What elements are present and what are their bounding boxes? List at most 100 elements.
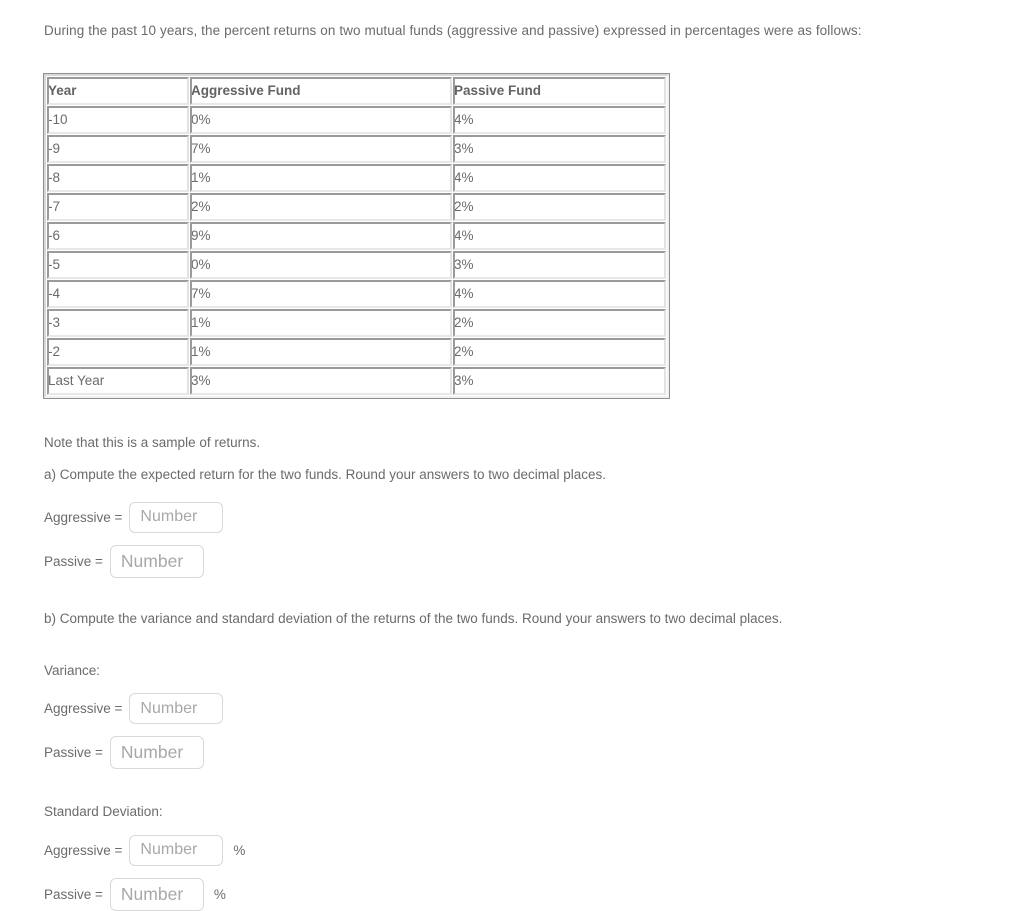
cell-year-value: -2 [48,344,61,359]
cell-aggressive-value: 9% [191,228,211,243]
cell-passive: 3% [453,251,666,279]
cell-passive: 2% [453,309,666,337]
cell-aggressive-value: 1% [191,344,211,359]
question-a-text: a) Compute the expected return for the t… [44,466,607,482]
cell-passive-value: 2% [454,315,474,330]
cell-year-value: -7 [48,199,61,214]
table-row: -5 0% 3% [47,251,666,279]
cell-passive-value: 4% [454,112,474,127]
expected-return-aggressive-label: Aggressive = [44,509,123,525]
cell-passive-value: 2% [454,344,474,359]
cell-year: -6 [47,222,189,250]
cell-aggressive-value: 1% [191,170,211,185]
intro-text: During the past 10 years, the percent re… [44,23,862,38]
cell-passive-value: 4% [454,170,474,185]
variance-aggressive-row: Aggressive = [44,693,1024,724]
cell-aggressive: 9% [190,222,452,250]
cell-passive: 4% [453,164,666,192]
column-header-aggressive-fund: Aggressive Fund [190,77,452,105]
stdev-aggressive-label: Aggressive = [44,842,123,858]
cell-passive: 4% [453,280,666,308]
table-row: Last Year 3% 3% [47,367,666,395]
column-header-year-label: Year [48,83,77,98]
cell-passive-value: 3% [454,373,474,388]
cell-passive: 2% [453,338,666,366]
expected-return-aggressive-row: Aggressive = [44,501,1024,533]
cell-aggressive: 1% [190,309,452,337]
cell-year-value: -4 [48,286,61,301]
table-row: -9 7% 3% [47,135,666,163]
column-header-year: Year [47,77,189,105]
stdev-passive-percent-suffix: % [213,886,226,902]
cell-year-value: -3 [48,315,61,330]
cell-year-value: -9 [48,141,61,156]
cell-year: -10 [47,106,189,134]
cell-aggressive: 2% [190,193,452,221]
table-row: -6 9% 4% [47,222,666,250]
cell-aggressive: 0% [190,106,452,134]
cell-year-value: -10 [48,112,68,127]
question-b-text: b) Compute the variance and standard dev… [44,610,783,626]
cell-aggressive-value: 0% [191,257,211,272]
table-row: -8 1% 4% [47,164,666,192]
cell-aggressive: 1% [190,164,452,192]
worksheet-page: During the past 10 years, the percent re… [0,0,1024,911]
cell-aggressive: 0% [190,251,452,279]
cell-passive: 3% [453,367,666,395]
table-row: -3 1% 2% [47,309,666,337]
cell-passive-value: 4% [454,286,474,301]
cell-year: -2 [47,338,189,366]
variance-passive-row: Passive = [44,736,1024,769]
expected-return-passive-label: Passive = [44,553,103,569]
table-row: -2 1% 2% [47,338,666,366]
column-header-passive-fund: Passive Fund [453,77,666,105]
table-row: -7 2% 2% [47,193,666,221]
table-header-row: Year Aggressive Fund Passive Fund [47,77,666,105]
cell-passive: 4% [453,106,666,134]
variance-aggressive-input[interactable] [129,693,224,724]
expected-return-passive-row: Passive = [44,544,1024,578]
table-row: -10 0% 4% [47,106,666,134]
cell-year-value: -5 [48,257,61,272]
cell-aggressive: 3% [190,367,452,395]
expected-return-aggressive-input[interactable] [129,501,224,533]
variance-passive-input[interactable] [109,736,204,769]
variance-aggressive-label: Aggressive = [44,701,123,716]
cell-year: -9 [47,135,189,163]
cell-year-value: Last Year [48,373,105,388]
cell-passive-value: 2% [454,199,474,214]
column-header-passive-fund-label: Passive Fund [454,83,542,98]
cell-passive: 4% [453,222,666,250]
standard-deviation-section-label: Standard Deviation: [44,804,163,819]
cell-aggressive: 7% [190,280,452,308]
stdev-aggressive-percent-suffix: % [233,842,246,858]
cell-passive-value: 4% [454,228,474,243]
cell-passive: 3% [453,135,666,163]
cell-aggressive-value: 3% [191,373,211,388]
sample-note: Note that this is a sample of returns. [44,435,261,450]
cell-passive-value: 3% [454,257,474,272]
cell-year: -5 [47,251,189,279]
cell-aggressive-value: 7% [191,286,211,301]
cell-passive: 2% [453,193,666,221]
column-header-aggressive-fund-label: Aggressive Fund [191,83,301,98]
table-row: -4 7% 4% [47,280,666,308]
cell-year: -3 [47,309,189,337]
cell-aggressive-value: 0% [191,112,211,127]
stdev-passive-label: Passive = [44,886,103,902]
cell-year-value: -8 [48,170,61,185]
cell-passive-value: 3% [454,141,474,156]
stdev-aggressive-row: Aggressive = % [44,834,1024,866]
cell-aggressive-value: 1% [191,315,211,330]
cell-year-value: -6 [48,228,61,243]
expected-return-passive-input[interactable] [109,544,204,578]
cell-year: -7 [47,193,189,221]
stdev-aggressive-input[interactable] [129,834,224,866]
variance-section-label: Variance: [44,662,101,678]
cell-year: Last Year [47,367,189,395]
cell-aggressive-value: 7% [191,141,211,156]
variance-passive-label: Passive = [44,745,103,760]
cell-aggressive: 7% [190,135,452,163]
cell-aggressive-value: 2% [191,199,211,214]
returns-table-wrapper: Year Aggressive Fund Passive Fund -10 0%… [43,73,1024,399]
